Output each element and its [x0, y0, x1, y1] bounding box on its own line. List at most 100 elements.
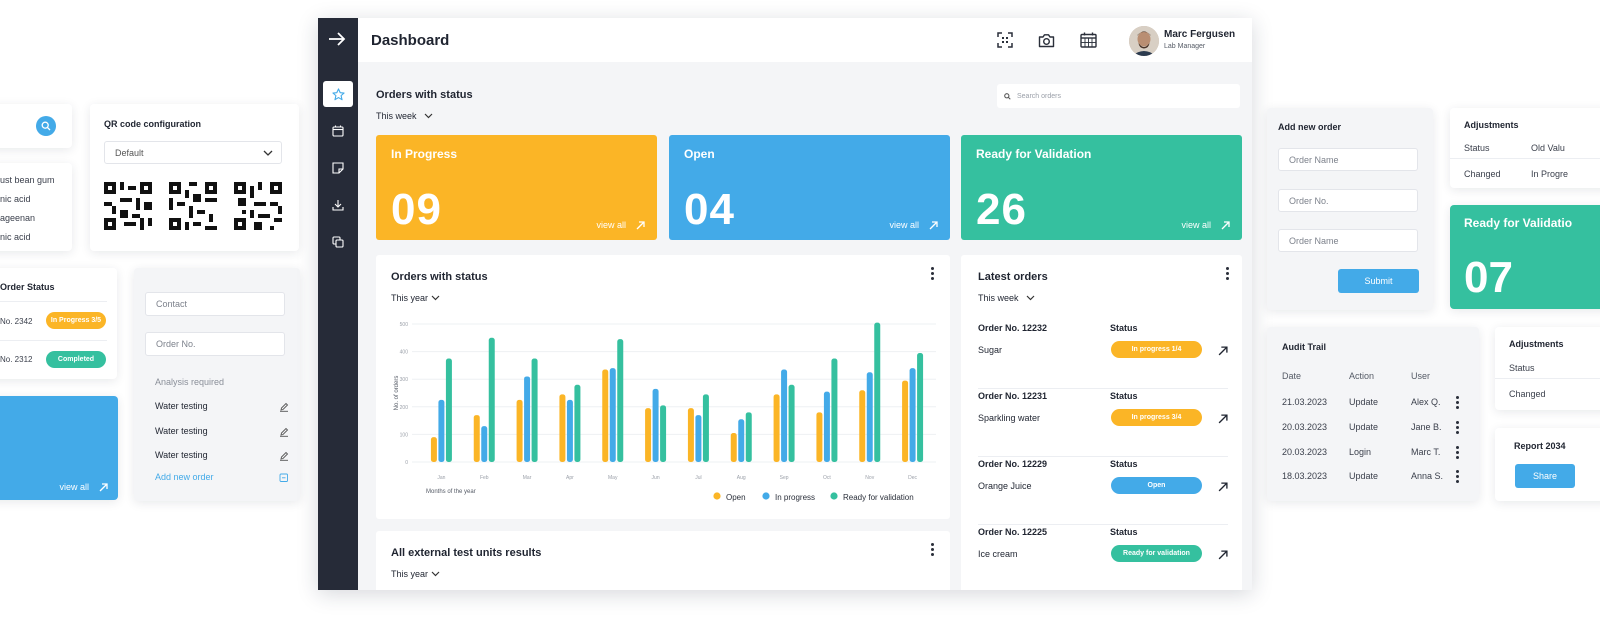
stat-card-ready-for-validation[interactable]: Ready for Validation 26 view all — [961, 135, 1242, 240]
view-all-link[interactable]: view all — [889, 220, 938, 230]
table-cell: Login — [1349, 447, 1372, 457]
avatar[interactable] — [1129, 26, 1159, 56]
order-row[interactable]: Order No. 12232 Status Sugar In progress… — [978, 321, 1228, 389]
order-row[interactable]: Order No. 12231 Status Sparkling water I… — [978, 389, 1228, 457]
sidebar-item-downloads[interactable] — [323, 192, 353, 218]
arrow-up-right-icon[interactable] — [1218, 550, 1228, 560]
y-axis-label: No. of orders — [394, 376, 400, 411]
dashboard-window: Dashboard Marc Fergusen Lab Manager Orde… — [318, 18, 1252, 590]
copy-icon — [332, 236, 344, 248]
y-tick-label: 500 — [400, 322, 409, 328]
calendar-icon — [332, 125, 344, 137]
view-all-link[interactable]: view all — [596, 220, 645, 230]
latest-orders-panel: Latest orders This week Order No. 12232 … — [961, 255, 1242, 590]
sidebar-item-calendar[interactable] — [323, 118, 353, 144]
stat-card-in-progress[interactable]: In Progress 09 view all — [376, 135, 657, 240]
sidebar-item-notes[interactable] — [323, 155, 353, 181]
bar — [438, 399, 445, 462]
edit-icon[interactable] — [279, 451, 289, 461]
legend-label: Ready for validation — [843, 493, 914, 502]
edit-icon[interactable] — [279, 427, 289, 437]
more-options-icon[interactable] — [1456, 396, 1460, 410]
sidebar-item-copies[interactable] — [323, 229, 353, 255]
y-tick-label: 400 — [400, 350, 409, 356]
table-header: Status — [1509, 363, 1535, 373]
table-header: Old Valu — [1531, 143, 1565, 153]
view-all-label: view all — [59, 482, 89, 492]
qr-config-title: QR code configuration — [104, 119, 202, 129]
bar — [531, 358, 538, 462]
contact-input[interactable]: Contact — [145, 292, 285, 316]
latest-orders-period-label: This week — [978, 293, 1019, 303]
chevron-down-icon — [1026, 295, 1034, 301]
qr-code-icon[interactable] — [169, 182, 217, 230]
qr-code-icon[interactable] — [234, 182, 282, 230]
list-item[interactable]: ageenan — [0, 213, 35, 223]
qr-config-select[interactable]: Default — [104, 141, 282, 164]
camera-icon[interactable] — [1038, 33, 1055, 48]
external-period-label: This year — [391, 569, 429, 579]
sidebar-item-favorites[interactable] — [323, 81, 353, 107]
list-item[interactable]: ust bean gum — [0, 175, 55, 185]
table-header: Status — [1464, 143, 1490, 153]
more-options-icon[interactable] — [1456, 421, 1460, 435]
x-tick-label: Sep — [780, 475, 789, 481]
x-tick-label: Jul — [695, 475, 701, 481]
bar — [559, 394, 566, 462]
more-options-icon[interactable] — [1226, 267, 1230, 281]
arrow-up-right-icon[interactable] — [1218, 414, 1228, 424]
bar — [687, 408, 694, 462]
bar — [859, 390, 866, 462]
more-options-icon[interactable] — [1456, 470, 1460, 484]
order-name-input[interactable]: Order Name — [1278, 148, 1418, 171]
add-note-icon[interactable] — [279, 473, 289, 483]
period-dropdown-label: This week — [376, 111, 417, 121]
submit-button[interactable]: Submit — [1338, 269, 1419, 293]
order-row[interactable]: Order No. 12229 Status Orange Juice Open — [978, 457, 1228, 525]
bar — [660, 405, 667, 462]
period-dropdown[interactable]: This week — [376, 111, 433, 121]
order-no-input[interactable]: Order No. — [1278, 189, 1418, 212]
bar — [738, 419, 745, 462]
x-tick-label: Dec — [908, 475, 917, 481]
table-cell: Changed — [1509, 389, 1546, 399]
collapse-sidebar-button[interactable] — [328, 32, 348, 48]
view-all-link[interactable]: view all — [59, 482, 108, 492]
list-item[interactable]: nic acid — [0, 194, 31, 204]
latest-orders-period-dropdown[interactable]: This week — [978, 293, 1035, 303]
status-badge: Completed — [46, 351, 106, 368]
view-all-link[interactable]: view all — [1181, 220, 1230, 230]
legend-label: In progress — [775, 493, 815, 502]
more-options-icon[interactable] — [931, 543, 935, 557]
bar — [902, 380, 909, 462]
x-tick-label: Aug — [737, 475, 746, 481]
order-number: Order No. 12225 — [978, 527, 1048, 537]
bar — [917, 352, 924, 462]
qr-select-value: Default — [115, 147, 144, 158]
status-header: Status — [1110, 459, 1138, 469]
x-tick-label: Oct — [823, 475, 831, 481]
arrow-up-right-icon[interactable] — [1218, 482, 1228, 492]
order-name-input[interactable]: Order Name — [1278, 229, 1418, 252]
scan-icon[interactable] — [997, 32, 1013, 48]
share-button[interactable]: Share — [1515, 464, 1575, 488]
order-row[interactable]: Order No. 12225 Status Ice cream Ready f… — [978, 525, 1228, 590]
view-all-label: view all — [1181, 220, 1211, 230]
search-orders-input[interactable]: Search orders — [997, 84, 1240, 108]
bar — [488, 337, 495, 462]
adjustments-title: Adjustments — [1509, 339, 1564, 349]
adjustments-title: Adjustments — [1464, 120, 1519, 130]
green-stat-tile[interactable]: Ready for Validatio 07 — [1450, 205, 1600, 309]
list-item[interactable]: nic acid — [0, 232, 31, 242]
status-header: Status — [1110, 391, 1138, 401]
arrow-up-right-icon[interactable] — [1218, 346, 1228, 356]
calendar-grid-icon[interactable] — [1080, 32, 1097, 48]
order-no-input[interactable]: Order No. — [145, 332, 285, 356]
more-options-icon[interactable] — [1456, 446, 1460, 460]
add-new-order-link[interactable]: Add new order — [155, 472, 214, 482]
qr-code-icon[interactable] — [104, 182, 152, 230]
search-button[interactable] — [36, 116, 56, 136]
stat-card-open[interactable]: Open 04 view all — [669, 135, 950, 240]
external-period-dropdown[interactable]: This year — [391, 569, 440, 579]
edit-icon[interactable] — [279, 402, 289, 412]
